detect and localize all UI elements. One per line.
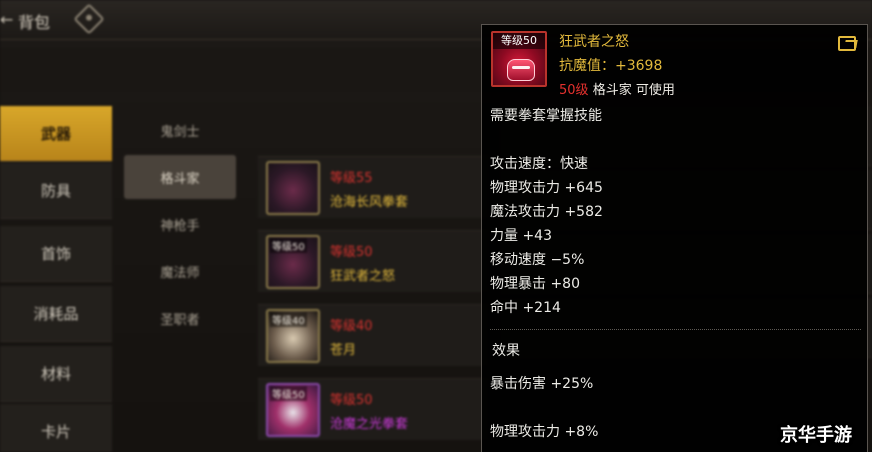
category-card[interactable]: 卡片 [0, 404, 112, 452]
stat-line: 力量 +43 [490, 228, 552, 244]
item-row[interactable]: 等级55 沧海长风拳套 [258, 156, 488, 218]
class-label: 魔法师 [160, 265, 200, 281]
class-label: 圣职者 [160, 312, 200, 328]
category-armor[interactable]: 防具 [0, 163, 112, 219]
item-name: 苍月 [330, 343, 357, 358]
item-row[interactable]: 等级40 等级40 苍月 [258, 304, 488, 366]
stat-line: 移动速度 −5% [490, 252, 585, 268]
item-row[interactable]: 等级50 等级50 沧魔之光拳套 [258, 378, 488, 440]
category-consumable[interactable]: 消耗品 [0, 286, 112, 342]
class-label: 格斗家 [160, 171, 200, 187]
item-name: 狂武者之怒 [559, 34, 629, 50]
class-fighter[interactable]: 格斗家 [124, 155, 236, 199]
effect-line: 暴击伤害 +25% [490, 376, 594, 392]
icon-level-badge: 等级50 [493, 33, 545, 49]
item-name: 沧海长风拳套 [330, 195, 409, 210]
effect-title: 效果 [492, 343, 520, 359]
required-level: 50级 [559, 83, 589, 98]
stat-line: 物理暴击 +80 [490, 276, 580, 292]
stat-line: 物理攻击力 +645 [490, 180, 603, 196]
category-material[interactable]: 材料 [0, 346, 112, 402]
gauntlet-icon: 等级40 [266, 309, 320, 363]
watermark: 京华手游 [780, 425, 852, 446]
diamond-menu-icon[interactable] [73, 3, 105, 35]
category-label: 武器 [40, 125, 71, 143]
gauntlet-shape [507, 59, 535, 81]
class-slayer[interactable]: 鬼剑士 [124, 108, 236, 152]
item-level: 等级50 [330, 245, 373, 260]
required-class: 格斗家 可使用 [592, 83, 675, 98]
item-level: 等级55 [330, 171, 373, 186]
category-accessory[interactable]: 首饰 [0, 226, 112, 282]
divider [490, 329, 861, 330]
thumb-level: 等级50 [270, 238, 307, 253]
class-label: 神枪手 [160, 218, 200, 234]
thumb-level: 等级40 [270, 312, 307, 327]
category-label: 首饰 [40, 245, 71, 263]
stat-line: 攻击速度：快速 [490, 156, 588, 172]
item-row[interactable]: 等级50 等级50 狂武者之怒 [258, 230, 488, 292]
item-level: 等级50 [330, 393, 373, 408]
stat-line: 命中 +214 [490, 300, 561, 316]
skill-requirement: 需要拳套掌握技能 [490, 108, 602, 124]
item-tooltip: 等级50 狂武者之怒 抗魔值：+3698 50级 格斗家 可使用 需要拳套掌握技… [481, 24, 868, 452]
gauntlet-icon [266, 161, 320, 215]
class-mage[interactable]: 魔法师 [124, 249, 236, 293]
item-level: 等级40 [330, 319, 373, 334]
category-label: 材料 [40, 365, 71, 383]
thumb-level: 等级50 [270, 386, 307, 401]
gauntlet-icon: 等级50 [266, 383, 320, 437]
stat-line: 魔法攻击力 +582 [490, 204, 603, 220]
category-label: 防具 [40, 182, 71, 200]
usage-requirement: 50级 格斗家 可使用 [559, 79, 675, 98]
item-name: 沧魔之光拳套 [330, 417, 409, 432]
share-icon[interactable] [838, 36, 856, 51]
gauntlet-icon: 等级50 [491, 31, 547, 87]
item-name: 狂武者之怒 [330, 269, 396, 284]
class-label: 鬼剑士 [160, 124, 200, 140]
effect-line: 物理攻击力 +8% [490, 424, 599, 440]
back-arrow-icon[interactable]: ← [0, 10, 14, 30]
page-title: 背包 [18, 13, 51, 32]
category-label: 卡片 [40, 423, 71, 441]
category-label: 消耗品 [33, 305, 79, 323]
class-gunner[interactable]: 神枪手 [124, 202, 236, 246]
class-priest[interactable]: 圣职者 [124, 296, 236, 340]
gauntlet-icon: 等级50 [266, 235, 320, 289]
magic-resist: 抗魔值：+3698 [559, 58, 663, 74]
category-weapon[interactable]: 武器 [0, 106, 112, 162]
